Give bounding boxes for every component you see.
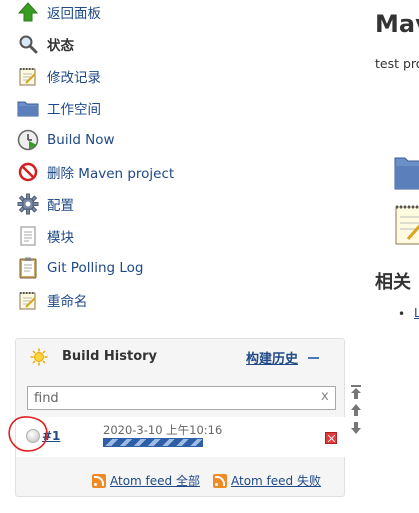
sidebar-item-label: 工作空间 bbox=[47, 102, 101, 118]
magnifier-icon bbox=[16, 32, 40, 56]
build-status-ball-icon bbox=[26, 429, 40, 443]
collapse-icon[interactable] bbox=[308, 357, 319, 359]
sidebar-item-configure[interactable]: 配置 bbox=[16, 191, 74, 217]
build-progress-fill bbox=[104, 439, 202, 446]
atom-feed-all[interactable]: Atom feed 全部 bbox=[92, 472, 200, 489]
sun-icon bbox=[30, 348, 48, 370]
sidebar-item-build-now[interactable]: Build Now bbox=[16, 127, 115, 153]
up-arrow-icon bbox=[16, 0, 40, 24]
sidebar-item-label: 删除 Maven project bbox=[47, 166, 175, 182]
workspace-folder-icon[interactable] bbox=[394, 154, 419, 194]
related-link[interactable]: L bbox=[414, 306, 419, 320]
sidebar-item-delete-project[interactable]: 删除 Maven project bbox=[16, 159, 174, 185]
cancel-build-icon[interactable] bbox=[325, 432, 337, 444]
related-links-heading: 相关 bbox=[375, 272, 411, 293]
page-title: Mav bbox=[375, 10, 419, 38]
sidebar-item-label: 修改记录 bbox=[47, 70, 101, 86]
notepad-icon bbox=[16, 64, 40, 88]
project-description: test pro bbox=[375, 56, 419, 71]
clear-search-icon[interactable]: x bbox=[321, 389, 329, 404]
sidebar-item-status[interactable]: 状态 bbox=[16, 31, 74, 57]
build-history-panel: Build History 构建历史 x #1 2020-3-10 上午10:1… bbox=[15, 338, 361, 497]
document-icon bbox=[16, 224, 40, 248]
atom-feed-failures[interactable]: Atom feed 失败 bbox=[213, 472, 321, 489]
sidebar-item-label: Build Now bbox=[47, 132, 115, 148]
rss-icon bbox=[213, 473, 227, 488]
page-down-icon[interactable] bbox=[349, 420, 363, 436]
gear-icon bbox=[16, 192, 40, 216]
notepad-icon bbox=[16, 288, 40, 312]
sidebar-item-label: 返回面板 bbox=[47, 6, 101, 22]
sidebar-item-back-to-dashboard[interactable]: 返回面板 bbox=[16, 0, 101, 25]
go-top-icon[interactable] bbox=[349, 384, 363, 400]
clock-play-icon bbox=[16, 128, 40, 152]
clipboard-icon bbox=[16, 256, 40, 280]
page-up-icon[interactable] bbox=[349, 402, 363, 418]
build-progress-bar[interactable] bbox=[103, 438, 203, 447]
sidebar-item-label: 模块 bbox=[47, 230, 74, 246]
build-row: #1 2020-3-10 上午10:16 bbox=[16, 417, 346, 457]
build-history-title: Build History bbox=[62, 349, 158, 364]
no-entry-icon bbox=[16, 160, 40, 184]
sidebar-item-label: 配置 bbox=[47, 198, 74, 214]
sidebar-item-workspace[interactable]: 工作空间 bbox=[16, 95, 101, 121]
build-search-input[interactable] bbox=[27, 386, 336, 410]
sidebar-item-changes[interactable]: 修改记录 bbox=[16, 63, 101, 89]
sidebar-item-label: 重命名 bbox=[47, 294, 88, 310]
sidebar-item-label: Git Polling Log bbox=[47, 260, 144, 276]
build-history-header: Build History 构建历史 bbox=[16, 339, 346, 375]
folder-icon bbox=[16, 96, 40, 120]
bullet: • bbox=[398, 307, 406, 321]
sidebar-item-modules[interactable]: 模块 bbox=[16, 223, 74, 249]
sidebar-item-rename[interactable]: 重命名 bbox=[16, 287, 88, 313]
history-nav bbox=[349, 384, 363, 438]
sidebar-item-label: 状态 bbox=[47, 38, 74, 54]
build-number-link[interactable]: #1 bbox=[42, 429, 60, 443]
build-date: 2020-3-10 上午10:16 bbox=[103, 423, 223, 437]
atom-feed-all-link[interactable]: Atom feed 全部 bbox=[110, 472, 200, 489]
changes-notepad-icon[interactable] bbox=[394, 203, 419, 249]
atom-feed-failures-link[interactable]: Atom feed 失败 bbox=[231, 472, 321, 489]
trend-link[interactable]: 构建历史 bbox=[246, 348, 298, 367]
sidebar-item-git-polling-log[interactable]: Git Polling Log bbox=[16, 255, 144, 281]
rss-icon bbox=[92, 473, 106, 488]
